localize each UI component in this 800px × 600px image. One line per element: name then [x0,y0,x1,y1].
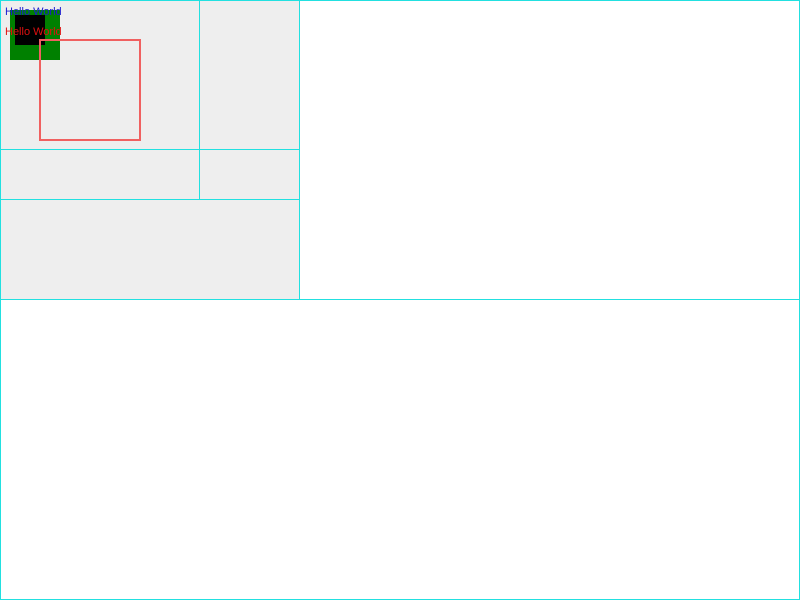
red-hello-text: Hello World [5,26,62,38]
canvas: Hello World Hello World [0,0,800,600]
panel-bottom [0,199,300,300]
panel-bottom-wide [0,299,800,600]
panel-middle-left [0,149,200,200]
blue-hello-text: Hello World [5,6,62,18]
red-outline-square [39,39,141,141]
panel-top-right [299,0,800,300]
panel-middle-right [199,149,300,200]
panel-right [199,0,300,150]
